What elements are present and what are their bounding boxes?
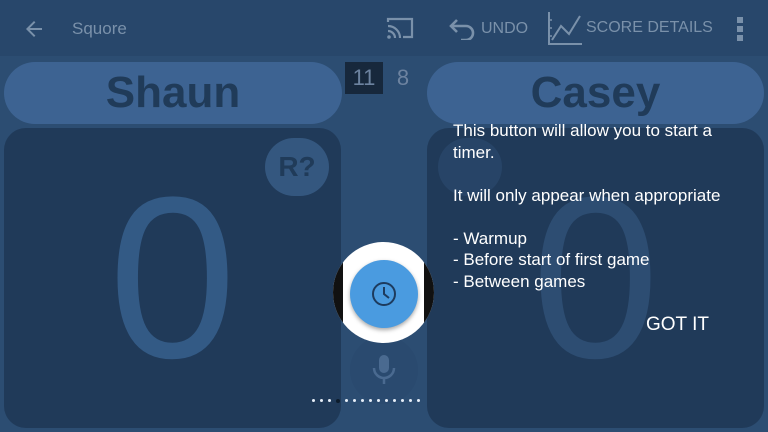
tutorial-bullet-2: - Before start of first game bbox=[453, 250, 650, 269]
page-dot bbox=[417, 399, 420, 402]
score-details-label: SCORE DETAILS bbox=[586, 19, 713, 36]
tutorial-line-1: This button will allow you to start a ti… bbox=[453, 121, 712, 162]
receiver-side-button[interactable]: R? bbox=[265, 138, 329, 196]
tutorial-bullet-3: - Between games bbox=[453, 271, 586, 291]
games-won-right: 8 bbox=[396, 65, 410, 90]
timer-clock-icon bbox=[372, 282, 396, 306]
app-bar: Squore UNDO SCORE DETAILS bbox=[0, 0, 768, 56]
undo-button[interactable]: UNDO bbox=[449, 16, 528, 42]
page-dot bbox=[393, 399, 396, 402]
tutorial-line-2: It will only appear when appropriate bbox=[453, 185, 721, 205]
page-dot bbox=[345, 399, 348, 402]
page-dot bbox=[353, 399, 356, 402]
microphone-icon bbox=[372, 355, 396, 384]
score-left: 0 bbox=[108, 149, 237, 406]
tutorial-bullet-1: - Warmup bbox=[453, 228, 527, 248]
timer-button[interactable] bbox=[350, 260, 418, 328]
page-dot bbox=[312, 399, 315, 402]
cast-icon[interactable] bbox=[386, 16, 414, 40]
games-won-left: 11 bbox=[345, 62, 383, 94]
more-vert-icon[interactable] bbox=[735, 16, 745, 42]
tutorial-text: This button will allow you to start a ti… bbox=[453, 120, 753, 292]
arrow-back-icon[interactable] bbox=[22, 17, 46, 41]
page-dot bbox=[320, 399, 323, 402]
speech-button[interactable] bbox=[350, 336, 418, 404]
score-details-button[interactable]: SCORE DETAILS bbox=[546, 10, 713, 46]
page-dot bbox=[361, 399, 364, 402]
undo-icon bbox=[449, 19, 475, 40]
page-dot bbox=[409, 399, 412, 402]
score-chart-icon bbox=[548, 12, 582, 45]
page-dot bbox=[401, 399, 404, 402]
page-dot-active bbox=[336, 398, 340, 403]
page-dot bbox=[328, 399, 331, 402]
page-dot bbox=[385, 399, 388, 402]
player-left-name[interactable]: Shaun bbox=[4, 62, 342, 124]
app-title: Squore bbox=[72, 19, 127, 38]
page-dot bbox=[377, 399, 380, 402]
spotlight-edge-left bbox=[333, 242, 343, 343]
undo-label: UNDO bbox=[481, 20, 529, 37]
spotlight-edge-right bbox=[424, 242, 434, 343]
page-dot bbox=[369, 399, 372, 402]
got-it-button[interactable]: GOT IT bbox=[646, 314, 709, 336]
player-right-name[interactable]: Casey bbox=[427, 62, 764, 124]
tutorial-page-indicator bbox=[312, 398, 420, 403]
